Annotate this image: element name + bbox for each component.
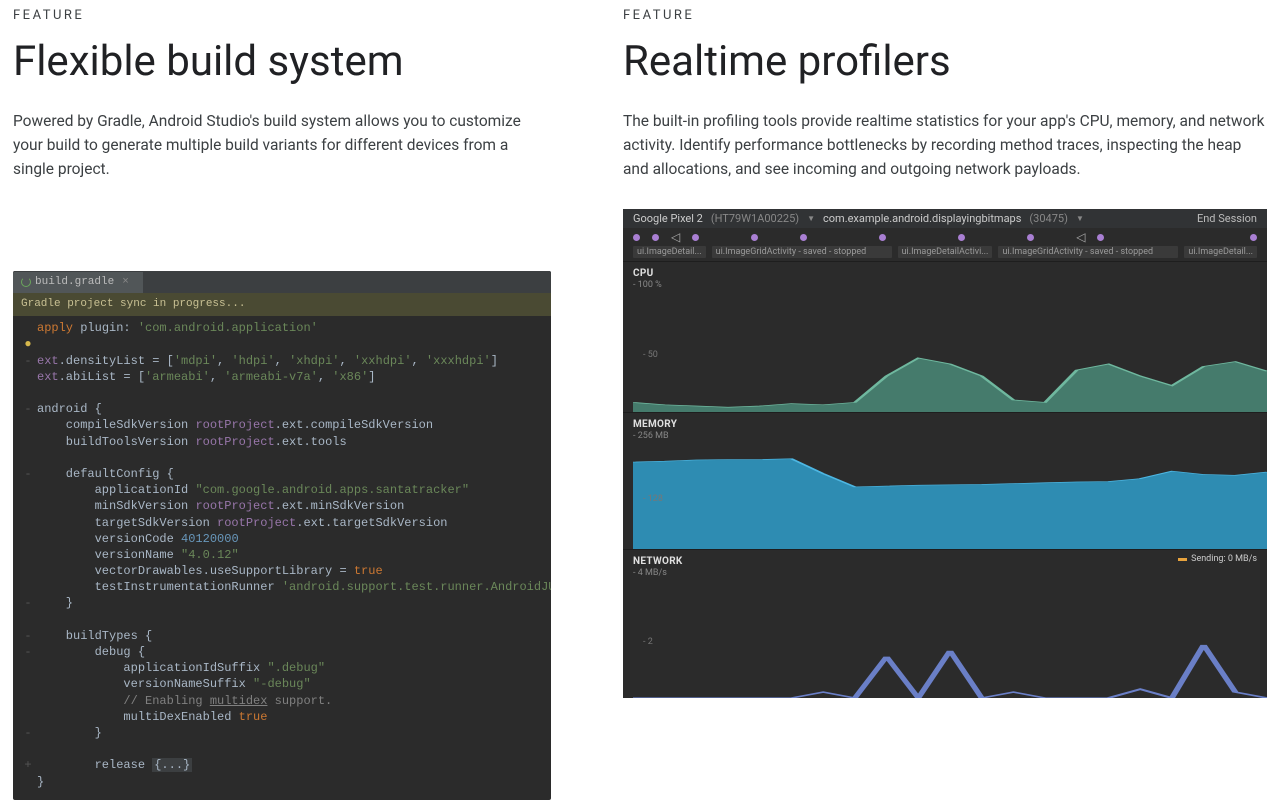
feature-lead: Powered by Gradle, Android Studio's buil… [13,109,551,181]
memory-panel[interactable]: MEMORY - 256 MB - 128 [623,412,1267,549]
network-tick: - 2 [643,637,653,647]
event-timeline[interactable]: ◁ ◁ [623,228,1267,246]
close-icon[interactable]: × [122,275,129,290]
activity-segment: ui.ImageDetail... [633,246,706,258]
network-max: - 4 MB/s [633,568,1267,578]
activity-segment: ui.ImageGridActivity - saved - stopped [712,246,892,258]
back-nav-icon: ◁ [671,230,680,244]
cpu-panel[interactable]: CPU - 100 % - 50 [623,261,1267,412]
feature-eyebrow: FEATURE [13,8,551,23]
feature-title: Realtime profilers [623,37,1267,87]
end-session-button[interactable]: End Session [1197,212,1257,225]
process-name[interactable]: com.example.android.displayingbitmaps [823,212,1021,225]
back-nav-icon: ◁ [1076,230,1085,244]
event-dot [1250,234,1257,241]
code-editor: build.gradle × Gradle project sync in pr… [13,271,551,799]
network-title: NETWORK [633,556,1267,567]
lightbulb-icon[interactable]: ● [23,336,33,352]
network-chart [633,580,1267,698]
cpu-max: - 100 % [633,280,1267,290]
network-panel[interactable]: Sending: 0 MB/s NETWORK - 4 MB/s - 2 [623,549,1267,698]
event-dot [652,234,659,241]
event-dot [633,234,640,241]
memory-max: - 256 MB [633,431,1267,441]
editor-tabbar: build.gradle × [13,271,551,293]
event-dot [800,234,807,241]
event-dot [1097,234,1104,241]
chevron-down-icon[interactable]: ▼ [807,214,815,223]
cpu-chart [633,292,1267,412]
profiler-header: Google Pixel 2 (HT79W1A00225) ▼ com.exam… [623,209,1267,228]
event-dot [879,234,886,241]
activity-timeline: ui.ImageDetail... ui.ImageGridActivity -… [623,246,1267,261]
chevron-down-icon[interactable]: ▼ [1076,214,1084,223]
memory-tick: - 128 [643,494,663,504]
feature-lead: The built-in profiling tools provide rea… [623,109,1267,181]
event-dot [692,234,699,241]
editor-tab-label: build.gradle [35,275,114,290]
code-area[interactable]: apply plugin: 'com.android.application' … [13,316,551,799]
editor-tab[interactable]: build.gradle × [13,272,143,293]
memory-chart [633,443,1267,549]
network-legend: Sending: 0 MB/s [1178,554,1257,564]
cpu-title: CPU [633,268,1267,279]
legend-swatch-icon [1178,558,1187,561]
memory-title: MEMORY [633,419,1267,430]
event-dot [751,234,758,241]
profiler-panel: Google Pixel 2 (HT79W1A00225) ▼ com.exam… [623,209,1267,698]
event-dot [1027,234,1034,241]
activity-segment: ui.ImageGridActivity - saved - stopped [998,246,1178,258]
cpu-tick: - 50 [643,350,658,360]
event-dot [958,234,965,241]
process-pid: (30475) [1029,212,1068,225]
feature-title: Flexible build system [13,37,551,87]
device-id: (HT79W1A00225) [711,212,799,225]
activity-segment: ui.ImageDetailActivi... [898,246,993,258]
activity-segment: ui.ImageDetail... [1184,246,1257,258]
sync-progress-bar: Gradle project sync in progress... [13,293,551,316]
device-name[interactable]: Google Pixel 2 [633,212,703,225]
feature-eyebrow: FEATURE [623,8,1267,23]
sync-spinner-icon [21,277,31,287]
